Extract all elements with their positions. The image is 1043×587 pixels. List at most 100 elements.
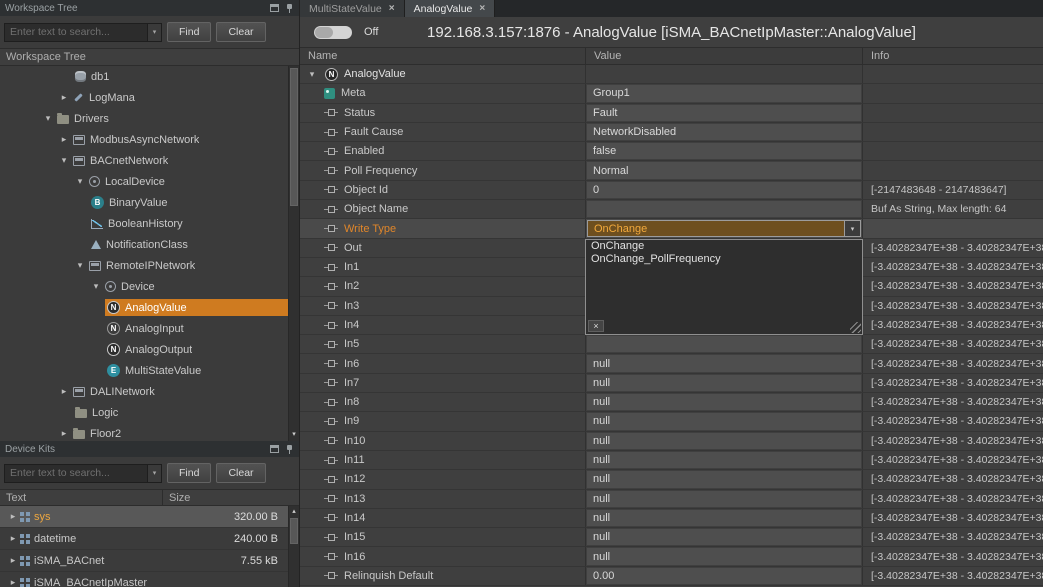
expander-icon[interactable]: ▾ — [89, 281, 103, 292]
scrollbar-thumb[interactable] — [290, 518, 298, 544]
kit-row-sys[interactable]: ▸sys320.00 B — [0, 506, 288, 528]
device-kits-scrollbar[interactable]: ▴ — [288, 506, 299, 587]
property-row-in13[interactable]: In13null[-3.40282347E+38 - 3.40282347E+3… — [300, 490, 1043, 509]
scrollbar-thumb[interactable] — [290, 68, 298, 206]
tab-close-icon[interactable]: × — [479, 3, 485, 14]
value-editor[interactable] — [587, 336, 861, 352]
property-row-relinquish-default[interactable]: Relinquish Default0.00[-3.40282347E+38 -… — [300, 567, 1043, 586]
tree-item-analogoutput[interactable]: NAnalogOutput — [0, 339, 288, 360]
device-kits-search-input[interactable] — [5, 465, 161, 482]
device-kits-find-button[interactable]: Find — [167, 463, 211, 483]
expander-icon[interactable]: ▸ — [6, 555, 20, 566]
value-editor[interactable]: Group1 — [587, 85, 861, 101]
property-row-in8[interactable]: In8null[-3.40282347E+38 - 3.40282347E+38… — [300, 393, 1043, 412]
expander-icon[interactable]: ▸ — [6, 577, 20, 587]
tree-item-logmana[interactable]: ▸LogMana — [0, 87, 288, 108]
tree-item-dalinetwork[interactable]: ▸DALINetwork — [0, 381, 288, 402]
value-editor[interactable]: null — [587, 529, 861, 545]
tree-item-db1[interactable]: db1 — [0, 66, 288, 87]
property-row-enabled[interactable]: Enabledfalse — [300, 142, 1043, 161]
value-editor[interactable]: null — [587, 471, 861, 487]
property-row-in12[interactable]: In12null[-3.40282347E+38 - 3.40282347E+3… — [300, 470, 1043, 489]
property-row-in6[interactable]: In6null[-3.40282347E+38 - 3.40282347E+38… — [300, 354, 1043, 373]
kit-row-isma-bacnetipmaster[interactable]: ▸iSMA_BACnetIpMaster — [0, 572, 288, 587]
property-row-meta[interactable]: MetaGroup1 — [300, 84, 1043, 103]
value-editor[interactable]: 0 — [587, 182, 861, 198]
expander-icon[interactable]: ▾ — [57, 155, 71, 166]
value-editor[interactable]: null — [587, 433, 861, 449]
float-window-icon[interactable] — [270, 4, 279, 12]
value-editor[interactable]: null — [587, 452, 861, 468]
tab-close-icon[interactable]: × — [389, 3, 395, 14]
tree-item-localdevice[interactable]: ▾LocalDevice — [0, 171, 288, 192]
property-row-in11[interactable]: In11null[-3.40282347E+38 - 3.40282347E+3… — [300, 451, 1043, 470]
value-editor[interactable]: null — [587, 413, 861, 429]
tree-item-floor2[interactable]: ▸Floor2 — [0, 423, 288, 441]
scroll-down-icon[interactable]: ▾ — [289, 430, 299, 440]
expander-icon[interactable]: ▸ — [57, 386, 71, 397]
value-editor[interactable]: 0.00 — [587, 568, 861, 584]
tree-item-analogvalue[interactable]: NAnalogValue — [0, 297, 288, 318]
value-editor[interactable]: null — [587, 548, 861, 564]
property-row-write-type[interactable]: Write TypeOnChange▾ — [300, 219, 1043, 238]
dropdown-clear-button[interactable]: × — [588, 320, 604, 332]
pin-icon[interactable] — [285, 444, 294, 455]
expander-icon[interactable]: ▸ — [57, 428, 71, 439]
expander-icon[interactable]: ▸ — [6, 511, 20, 522]
device-kits-clear-button[interactable]: Clear — [216, 463, 265, 483]
kit-row-datetime[interactable]: ▸datetime240.00 B — [0, 528, 288, 550]
tree-item-multistatevalue[interactable]: EMultiStateValue — [0, 360, 288, 381]
value-editor[interactable]: null — [587, 355, 861, 371]
pin-icon[interactable] — [285, 3, 294, 14]
tree-item-analoginput[interactable]: NAnalogInput — [0, 318, 288, 339]
property-row-in16[interactable]: In16null[-3.40282347E+38 - 3.40282347E+3… — [300, 547, 1043, 566]
expander-icon[interactable]: ▸ — [57, 92, 71, 103]
tree-item-device[interactable]: ▾Device — [0, 276, 288, 297]
value-editor[interactable]: Normal — [587, 162, 861, 178]
tree-item-bacnetnetwork[interactable]: ▾BACnetNetwork — [0, 150, 288, 171]
write-type-combobox[interactable]: OnChange▾ — [587, 220, 861, 236]
tree-item-notificationclass[interactable]: NotificationClass — [0, 234, 288, 255]
power-toggle[interactable] — [314, 26, 352, 39]
property-row-in10[interactable]: In10null[-3.40282347E+38 - 3.40282347E+3… — [300, 432, 1043, 451]
workspace-clear-button[interactable]: Clear — [216, 22, 265, 42]
property-row-in5[interactable]: In5[-3.40282347E+38 - 3.40282347E+38] — [300, 335, 1043, 354]
dropdown-resize-grip[interactable] — [850, 322, 861, 333]
tree-item-booleanhistory[interactable]: BooleanHistory — [0, 213, 288, 234]
tree-item-modbusasyncnetwork[interactable]: ▸ModbusAsyncNetwork — [0, 129, 288, 150]
expander-icon[interactable]: ▸ — [6, 533, 20, 544]
workspace-search-input[interactable] — [5, 24, 161, 41]
property-row-fault-cause[interactable]: Fault CauseNetworkDisabled — [300, 123, 1043, 142]
combo-arrow-icon[interactable]: ▾ — [844, 221, 860, 235]
search-dropdown-arrow-icon[interactable]: ▾ — [147, 24, 161, 41]
property-row-object-name[interactable]: Object NameBuf As String, Max length: 64 — [300, 200, 1043, 219]
expander-icon[interactable]: ▾ — [73, 260, 87, 271]
scroll-up-icon[interactable]: ▴ — [289, 507, 299, 517]
property-row-poll-frequency[interactable]: Poll FrequencyNormal — [300, 161, 1043, 180]
property-row-in15[interactable]: In15null[-3.40282347E+38 - 3.40282347E+3… — [300, 528, 1043, 547]
tab-multistatevalue[interactable]: MultiStateValue× — [300, 0, 405, 17]
workspace-tree-scrollbar[interactable]: ▾ — [288, 66, 299, 441]
value-editor[interactable]: NetworkDisabled — [587, 124, 861, 140]
expander-icon[interactable]: ▸ — [57, 134, 71, 145]
property-row-in9[interactable]: In9null[-3.40282347E+38 - 3.40282347E+38… — [300, 412, 1043, 431]
tree-item-logic[interactable]: Logic — [0, 402, 288, 423]
value-editor[interactable]: null — [587, 510, 861, 526]
expander-icon[interactable]: ▾ — [73, 176, 87, 187]
dropdown-option-onchange-pollfrequency[interactable]: OnChange_PollFrequency — [586, 253, 862, 266]
property-row-object-id[interactable]: Object Id0[-2147483648 - 2147483647] — [300, 181, 1043, 200]
value-editor[interactable]: false — [587, 143, 861, 159]
property-row-in14[interactable]: In14null[-3.40282347E+38 - 3.40282347E+3… — [300, 509, 1043, 528]
value-editor[interactable]: null — [587, 491, 861, 507]
tab-analogvalue[interactable]: AnalogValue× — [405, 0, 496, 17]
tree-item-drivers[interactable]: ▾Drivers — [0, 108, 288, 129]
workspace-find-button[interactable]: Find — [167, 22, 211, 42]
property-row-in7[interactable]: In7null[-3.40282347E+38 - 3.40282347E+38… — [300, 374, 1043, 393]
property-row-status[interactable]: StatusFault — [300, 104, 1043, 123]
expander-icon[interactable]: ▾ — [41, 113, 55, 124]
dropdown-option-onchange[interactable]: OnChange — [586, 240, 862, 253]
tree-item-binaryvalue[interactable]: BBinaryValue — [0, 192, 288, 213]
value-editor[interactable]: null — [587, 394, 861, 410]
search-dropdown-arrow-icon[interactable]: ▾ — [147, 465, 161, 482]
float-window-icon[interactable] — [270, 445, 279, 453]
